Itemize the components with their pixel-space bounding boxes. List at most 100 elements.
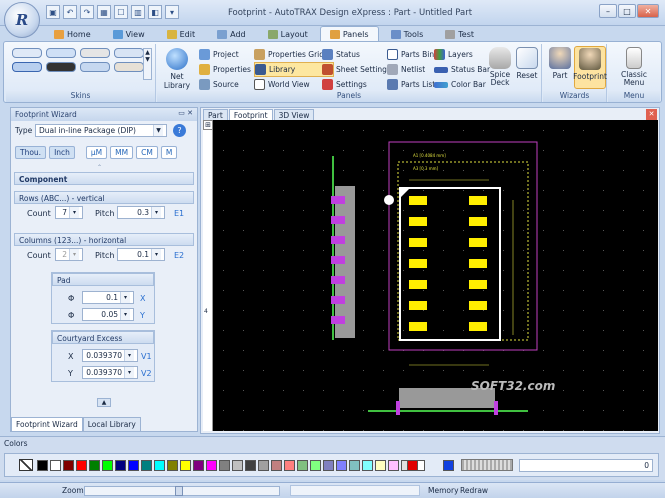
no-color-icon[interactable] bbox=[19, 459, 33, 471]
gallery-scroll[interactable]: ▲ ▼ bbox=[143, 48, 152, 80]
app-menu-button[interactable]: R bbox=[4, 2, 40, 38]
save-icon[interactable]: ▣ bbox=[46, 5, 60, 19]
color-swatch[interactable] bbox=[76, 460, 87, 471]
close-document-icon[interactable]: ✕ bbox=[646, 109, 657, 120]
wizard-tab-1[interactable]: Local Library bbox=[82, 417, 141, 432]
type-select[interactable]: Dual in-line Package (DIP) ▼ bbox=[35, 124, 167, 137]
color-slider[interactable] bbox=[461, 459, 513, 471]
unit-m-button[interactable]: µM bbox=[85, 146, 108, 159]
project-button[interactable]: Project bbox=[199, 47, 259, 62]
unit-cm-button[interactable]: CM bbox=[136, 146, 158, 159]
color-swatch[interactable] bbox=[297, 460, 308, 471]
page-icon[interactable]: ☐ bbox=[114, 5, 128, 19]
skin-option[interactable] bbox=[46, 48, 76, 58]
color-swatch[interactable] bbox=[271, 460, 282, 471]
chart-icon[interactable]: ▥ bbox=[131, 5, 145, 19]
color-swatch[interactable] bbox=[193, 460, 204, 471]
color-swatch[interactable] bbox=[115, 460, 126, 471]
color-swatch[interactable] bbox=[63, 460, 74, 471]
color-swatch[interactable] bbox=[141, 460, 152, 471]
grid-icon[interactable]: ▦ bbox=[97, 5, 111, 19]
color-swatch[interactable] bbox=[336, 460, 347, 471]
unit-inch-button[interactable]: Inch bbox=[49, 146, 75, 159]
rows-pitch-input[interactable]: 0.3 ▾ bbox=[117, 206, 165, 219]
skin-option[interactable] bbox=[114, 48, 144, 58]
part-wizard-button[interactable]: Part bbox=[547, 47, 573, 80]
color-swatch[interactable] bbox=[102, 460, 113, 471]
color-swatch[interactable] bbox=[323, 460, 334, 471]
zoom-slider[interactable] bbox=[84, 486, 280, 496]
zoom-thumb[interactable] bbox=[175, 486, 183, 496]
panel-pin-icon[interactable]: ▭ ✕ bbox=[178, 109, 193, 117]
color-value-field[interactable]: 0 bbox=[519, 459, 653, 472]
color-swatch[interactable] bbox=[89, 460, 100, 471]
selected-primary-color[interactable] bbox=[407, 460, 418, 471]
color-swatch[interactable] bbox=[284, 460, 295, 471]
tab-tools[interactable]: Tools bbox=[381, 26, 434, 41]
color-swatch[interactable] bbox=[245, 460, 256, 471]
component-icon[interactable]: ◧ bbox=[148, 5, 162, 19]
tab-test[interactable]: Test bbox=[435, 26, 484, 41]
net-library-button[interactable]: Net Library bbox=[159, 48, 195, 90]
status-button[interactable]: Status bbox=[322, 47, 388, 62]
unit-mm-button[interactable]: MM bbox=[110, 146, 134, 159]
maximize-icon[interactable]: □ bbox=[618, 4, 636, 18]
classic-menu-button[interactable]: Classic Menu bbox=[614, 47, 654, 87]
footprint-wizard-button[interactable]: Footprint bbox=[573, 46, 607, 89]
color-swatch[interactable] bbox=[362, 460, 373, 471]
color-swatch[interactable] bbox=[232, 460, 243, 471]
expand-chevron-icon[interactable]: ▲ bbox=[97, 398, 111, 407]
court-y-input[interactable]: 0.039370 ▾ bbox=[82, 366, 138, 379]
color-swatch[interactable] bbox=[310, 460, 321, 471]
skin-option[interactable] bbox=[46, 62, 76, 72]
wizard-tab-0[interactable]: Footprint Wizard bbox=[11, 417, 83, 432]
color-swatch[interactable] bbox=[180, 460, 191, 471]
unit-thou-button[interactable]: Thou. bbox=[15, 146, 47, 159]
tab-edit[interactable]: Edit bbox=[157, 26, 206, 41]
skin-option[interactable] bbox=[114, 62, 144, 72]
minimize-icon[interactable]: – bbox=[599, 4, 617, 18]
collapse-chevron-icon[interactable]: ⌃ bbox=[97, 164, 102, 171]
cols-count-input[interactable]: 2 ▾ bbox=[55, 248, 83, 261]
color-swatch[interactable] bbox=[37, 460, 48, 471]
close-icon[interactable]: ✕ bbox=[637, 4, 659, 18]
help-icon[interactable]: ? bbox=[173, 124, 186, 137]
selected-secondary-color[interactable] bbox=[443, 460, 454, 471]
tab-home[interactable]: Home bbox=[44, 26, 101, 41]
tab-panels[interactable]: Panels bbox=[319, 26, 379, 41]
color-swatch[interactable] bbox=[128, 460, 139, 471]
color-swatch[interactable] bbox=[375, 460, 386, 471]
skin-option[interactable] bbox=[12, 62, 42, 72]
tab-layout[interactable]: Layout bbox=[258, 26, 318, 41]
court-x-input[interactable]: 0.039370 ▾ bbox=[82, 349, 138, 362]
customize-icon[interactable]: ▾ bbox=[165, 5, 179, 19]
color-swatch[interactable] bbox=[388, 460, 399, 471]
undo-icon[interactable]: ↶ bbox=[63, 5, 77, 19]
ruler-origin-icon[interactable]: ⊞ bbox=[203, 120, 213, 130]
color-bar-button[interactable]: Color Bar bbox=[434, 77, 489, 92]
color-swatch[interactable] bbox=[154, 460, 165, 471]
settings-button[interactable]: Settings bbox=[322, 77, 388, 92]
color-swatch[interactable] bbox=[219, 460, 230, 471]
color-swatch[interactable] bbox=[349, 460, 360, 471]
pcb-canvas[interactable]: A1 [0.4084 mm] A3 [0.3 mm] SOFT32.com bbox=[213, 120, 658, 431]
skin-option[interactable] bbox=[12, 48, 42, 58]
reset-button[interactable]: Reset bbox=[515, 47, 539, 80]
color-swatch[interactable] bbox=[258, 460, 269, 471]
pad-phi2-input[interactable]: 0.05 ▾ bbox=[82, 308, 134, 321]
source-button[interactable]: Source bbox=[199, 77, 259, 92]
skin-option[interactable] bbox=[80, 62, 110, 72]
spice-deck-button[interactable]: Spice Deck bbox=[487, 47, 513, 87]
color-swatch[interactable] bbox=[206, 460, 217, 471]
color-swatch[interactable] bbox=[50, 460, 61, 471]
component-section[interactable]: Component bbox=[14, 172, 194, 185]
cols-pitch-input[interactable]: 0.1 ▾ bbox=[117, 248, 165, 261]
properties-button[interactable]: Properties bbox=[199, 62, 259, 77]
tab-view[interactable]: View bbox=[103, 26, 155, 41]
skin-option[interactable] bbox=[80, 48, 110, 58]
unit-m-button[interactable]: M bbox=[160, 146, 178, 159]
rows-count-input[interactable]: 7 ▾ bbox=[55, 206, 83, 219]
color-swatch[interactable] bbox=[167, 460, 178, 471]
tab-add[interactable]: Add bbox=[207, 26, 256, 41]
status-bar-button[interactable]: Status Bar bbox=[434, 62, 490, 77]
